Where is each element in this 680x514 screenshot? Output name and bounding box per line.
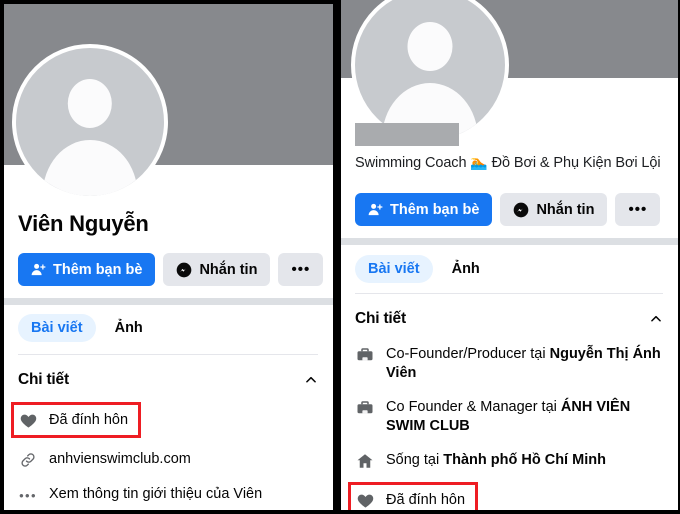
work-prefix: Co-Founder/Producer tại	[386, 346, 550, 362]
list-item-label: Đã đính hôn	[386, 491, 465, 510]
chevron-up-icon[interactable]	[304, 373, 318, 387]
details-header[interactable]: Chi tiết	[18, 371, 318, 389]
link-icon	[18, 450, 38, 470]
profile-bio: Swimming Coach 🏊 Đồ Bơi & Phụ Kiện Bơi L…	[355, 154, 660, 171]
section-divider	[4, 298, 333, 305]
add-friend-label: Thêm bạn bè	[390, 202, 479, 218]
website-link[interactable]: anhvienswimclub.com	[49, 450, 323, 469]
message-button[interactable]: Nhắn tin	[163, 253, 270, 286]
swimmer-emoji-icon: 🏊	[470, 154, 487, 170]
chevron-up-icon[interactable]	[649, 312, 663, 326]
right-profile-panel: Swimming Coach 🏊 Đồ Bơi & Phụ Kiện Bơi L…	[341, 0, 678, 510]
list-item-label: Sống tại Thành phố Hồ Chí Minh	[386, 451, 667, 470]
profile-action-buttons: Thêm bạn bè Nhắn tin •••	[355, 193, 660, 226]
relationship-status-highlight[interactable]: Đã đính hôn	[14, 405, 138, 435]
list-item[interactable]: ••• Xem thông tin giới thiệu của Viên	[18, 476, 323, 510]
list-item[interactable]: anhvienswimclub.com	[18, 441, 323, 476]
message-label: Nhắn tin	[536, 202, 594, 218]
details-header[interactable]: Chi tiết	[355, 310, 663, 328]
screenshot-root: Viên Nguyễn Thêm bạn bè	[0, 0, 680, 514]
details-title: Chi tiết	[18, 371, 69, 389]
city-prefix: Sống tại	[386, 452, 443, 468]
avatar[interactable]	[12, 44, 168, 200]
work-prefix: Co Founder & Manager tại	[386, 399, 561, 415]
profile-tabs: Bài viết Ảnh	[18, 314, 156, 342]
add-friend-button[interactable]: Thêm bạn bè	[355, 193, 492, 226]
list-item-label: Co-Founder/Producer tại Nguyễn Thị Ánh V…	[386, 345, 667, 383]
add-friend-button[interactable]: Thêm bạn bè	[18, 253, 155, 286]
left-profile-panel: Viên Nguyễn Thêm bạn bè	[4, 4, 333, 510]
heart-icon	[18, 410, 38, 430]
list-item: Đã đính hôn	[18, 400, 323, 441]
tabs-underline	[18, 354, 318, 355]
briefcase-icon	[355, 345, 375, 365]
list-item[interactable]: Co Founder & Manager tại ÁNH VIÊN SWIM C…	[355, 389, 667, 442]
list-item[interactable]: Sống tại Thành phố Hồ Chí Minh	[355, 442, 667, 477]
dots-icon: •••	[18, 485, 38, 505]
heart-icon	[355, 490, 375, 510]
list-item-label: Co Founder & Manager tại ÁNH VIÊN SWIM C…	[386, 398, 667, 436]
bio-suffix: Đồ Bơi & Phụ Kiện Bơi Lội	[488, 155, 661, 171]
add-friend-icon	[368, 202, 383, 217]
details-title: Chi tiết	[355, 310, 406, 328]
relationship-status-highlight[interactable]: Đã đính hôn	[351, 485, 475, 510]
more-options-button[interactable]: •••	[278, 253, 323, 286]
tab-photos[interactable]: Ảnh	[102, 314, 156, 342]
avatar-head-shape	[68, 79, 112, 128]
city-name: Thành phố Hồ Chí Minh	[443, 452, 606, 468]
tabs-underline	[355, 293, 663, 294]
profile-tabs: Bài viết Ảnh	[355, 255, 493, 283]
page-title: Viên Nguyễn	[18, 211, 149, 237]
see-about-info-link[interactable]: Xem thông tin giới thiệu của Viên	[49, 485, 323, 504]
list-item: Đã đính hôn	[355, 477, 667, 510]
avatar-head-shape	[408, 22, 453, 72]
message-button[interactable]: Nhắn tin	[500, 193, 607, 226]
tab-photos[interactable]: Ảnh	[439, 255, 493, 283]
details-list: Co-Founder/Producer tại Nguyễn Thị Ánh V…	[355, 340, 667, 510]
messenger-icon	[176, 262, 192, 278]
section-divider	[341, 238, 678, 245]
list-item-label: Đã đính hôn	[49, 411, 128, 430]
messenger-icon	[513, 202, 529, 218]
details-list: Đã đính hôn anhvienswimclub.com ••• Xem …	[18, 400, 323, 510]
add-friend-icon	[31, 262, 46, 277]
redacted-name-block	[355, 123, 459, 146]
bio-prefix: Swimming Coach	[355, 155, 470, 171]
avatar-body-shape	[43, 140, 138, 200]
list-item[interactable]: Co-Founder/Producer tại Nguyễn Thị Ánh V…	[355, 340, 667, 389]
tab-posts[interactable]: Bài viết	[355, 255, 433, 283]
message-label: Nhắn tin	[199, 262, 257, 278]
add-friend-label: Thêm bạn bè	[53, 262, 142, 278]
profile-action-buttons: Thêm bạn bè Nhắn tin •••	[18, 253, 323, 286]
tab-posts[interactable]: Bài viết	[18, 314, 96, 342]
briefcase-icon	[355, 398, 375, 418]
home-icon	[355, 451, 375, 471]
more-options-button[interactable]: •••	[615, 193, 660, 226]
